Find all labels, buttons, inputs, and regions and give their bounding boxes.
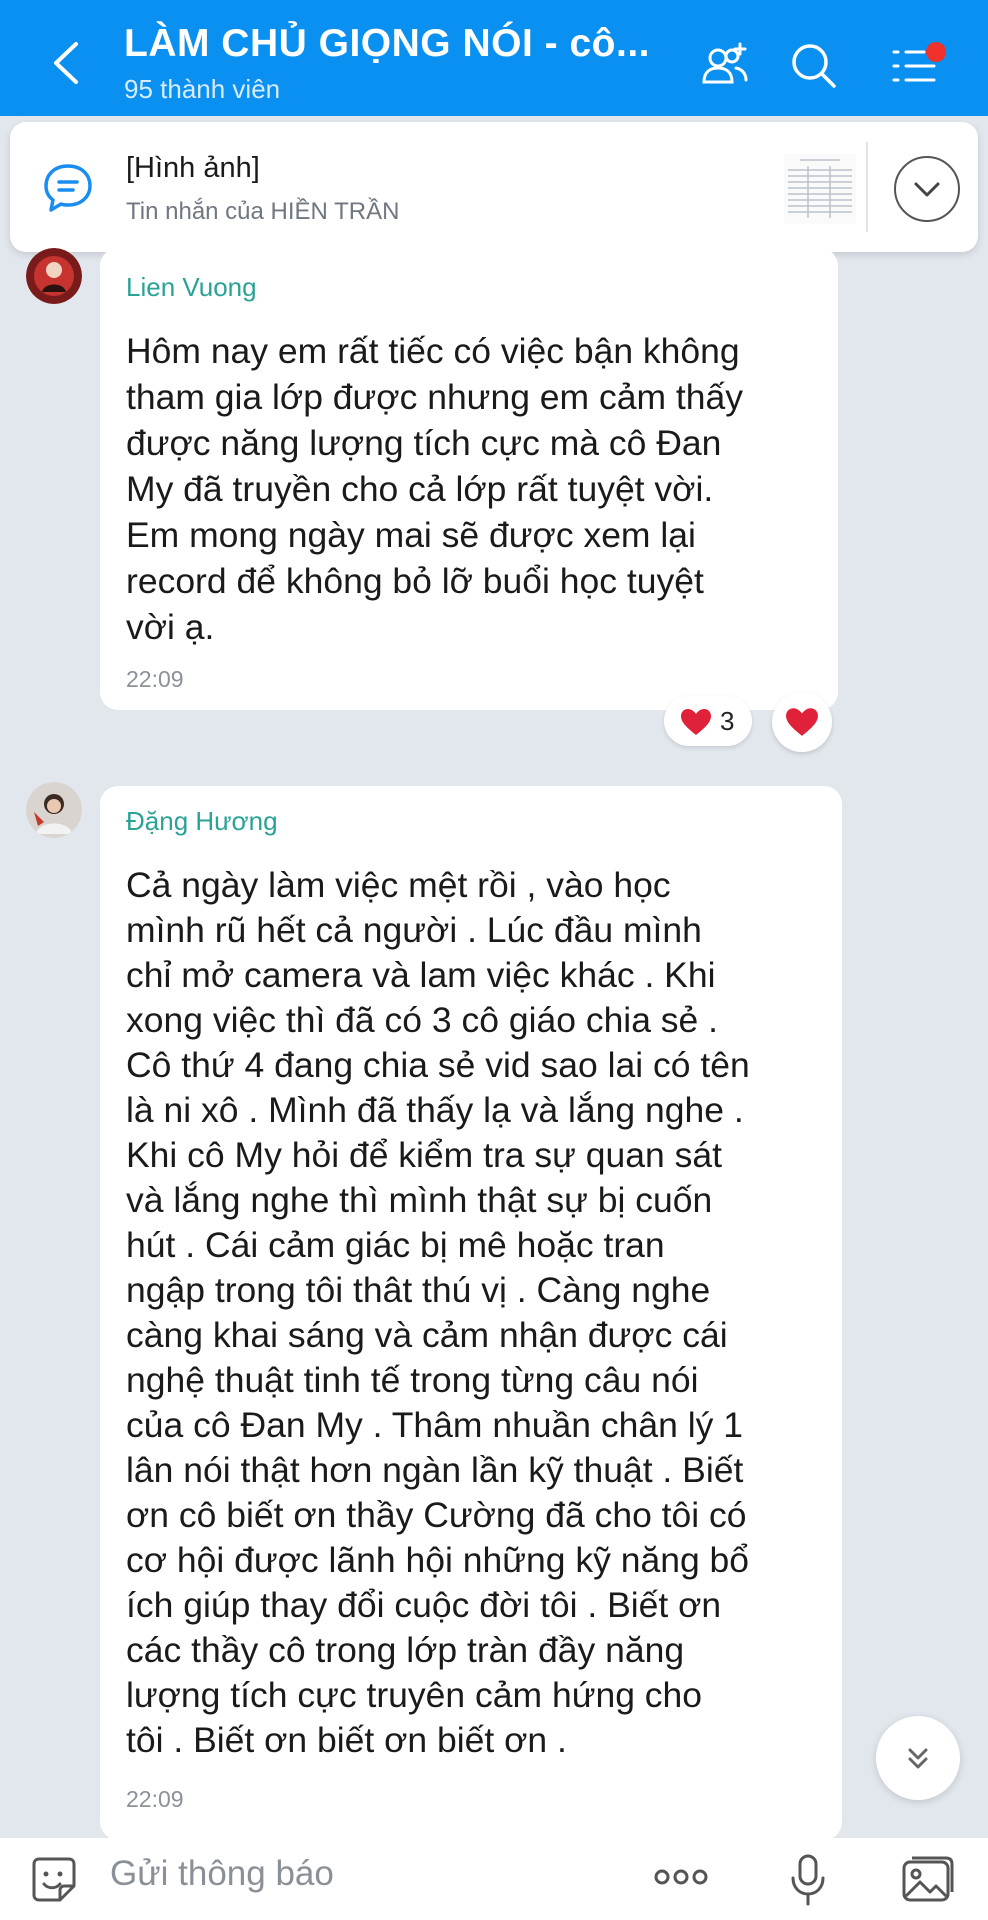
search-icon[interactable]	[786, 38, 842, 94]
message-line: record để không bỏ lỡ buổi học tuyệt	[126, 561, 704, 601]
message-line: lượng tích cực truyên cảm hứng cho	[126, 1675, 703, 1715]
message-line: ơn cô biết ơn thầy Cường đã cho tôi có	[126, 1495, 747, 1535]
chevron-down-icon[interactable]	[894, 156, 960, 222]
reaction-summary[interactable]: 3	[664, 696, 752, 746]
message-line: Khi cô My hỏi để kiểm tra sự quan sát	[126, 1135, 722, 1175]
sender-name[interactable]: Đặng Hương	[126, 806, 278, 837]
avatar[interactable]	[26, 248, 82, 304]
reaction-count: 3	[720, 706, 735, 736]
add-member-icon[interactable]	[696, 38, 752, 94]
pinned-message[interactable]: [Hình ảnh] Tin nhắn của HIỀN TRẦN	[10, 122, 978, 252]
group-title[interactable]: LÀM CHỦ GIỌNG NÓI - cô...	[124, 22, 650, 66]
message-line: ngập trong tôi thât thú vị . Càng nghe	[126, 1270, 711, 1310]
notification-dot	[926, 42, 946, 62]
pinned-message-icon	[38, 158, 98, 218]
message-line: lân nói thật hơn ngàn lần kỹ thuật . Biế…	[126, 1450, 744, 1490]
image-icon[interactable]	[900, 1854, 956, 1909]
message-bubble[interactable]: Đặng Hương Cả ngày làm việc mệt rồi , và…	[100, 786, 842, 1840]
message-input[interactable]: Gửi thông báo	[110, 1854, 334, 1894]
message-line: hút . Cái cảm giác bị mê hoặc tran	[126, 1225, 665, 1265]
message-line: được năng lượng tích cực mà cô Đan	[126, 423, 722, 463]
message-line: các thầy cô trong lớp tràn đầy năng	[126, 1630, 685, 1670]
message-line: vời ạ.	[126, 607, 215, 647]
divider	[866, 142, 868, 232]
sender-name[interactable]: Lien Vuong	[126, 272, 257, 303]
pinned-subtitle: Tin nhắn của HIỀN TRẦN	[126, 198, 400, 225]
message-line: càng khai sáng và cảm nhận được cái	[126, 1315, 728, 1355]
message-line: của cô Đan My . Thâm nhuần chân lý 1	[126, 1405, 743, 1445]
pinned-title: [Hình ảnh]	[126, 152, 260, 184]
message-line: Cô thứ 4 đang chia sẻ vid sao lai có tên	[126, 1045, 750, 1085]
message-line: Cả ngày làm việc mệt rồi , vào học	[126, 865, 671, 905]
heart-icon	[786, 708, 818, 736]
message-line: ích giúp thay đổi cuộc đời tôi . Biết ơn	[126, 1585, 722, 1625]
message-time: 22:09	[126, 1786, 184, 1812]
message-time: 22:09	[126, 666, 184, 692]
react-heart-button[interactable]	[772, 692, 832, 752]
avatar[interactable]	[26, 782, 82, 838]
back-arrow-icon[interactable]	[46, 38, 86, 88]
message-line: xong việc thì đã có 3 cô giáo chia sẻ .	[126, 1000, 719, 1040]
member-count[interactable]: 95 thành viên	[124, 74, 280, 105]
message-line: Hôm nay em rất tiếc có việc bận không	[126, 331, 740, 371]
message-line: nghệ thuật tinh tế trong từng câu nói	[126, 1360, 699, 1400]
message-line: và lắng nghe thì mình thật sự bị cuốn	[126, 1180, 713, 1220]
heart-icon	[681, 709, 711, 735]
chat-header: LÀM CHỦ GIỌNG NÓI - cô... 95 thành viên	[0, 0, 988, 116]
message-line: Em mong ngày mai sẽ được xem lại	[126, 515, 696, 555]
pinned-image-thumbnail[interactable]	[784, 154, 856, 224]
microphone-icon[interactable]	[788, 1852, 828, 1911]
message-line: mình rũ hết cả người . Lúc đầu mình	[126, 910, 702, 950]
double-chevron-down-icon	[908, 1748, 928, 1769]
message-input-bar: Gửi thông báo	[0, 1838, 988, 1920]
message-line: chỉ mở camera và lam việc khác . Khi	[126, 955, 716, 995]
message-line: tôi . Biết ơn biết ơn biết ơn .	[126, 1720, 567, 1760]
message-line: cơ hội được lãnh hội những kỹ năng bổ	[126, 1540, 750, 1580]
message-bubble[interactable]: Lien Vuong Hôm nay em rất tiếc có việc b…	[100, 248, 838, 710]
more-icon[interactable]	[652, 1862, 710, 1897]
message-line: tham gia lớp được nhưng em cảm thấy	[126, 377, 744, 417]
scroll-to-bottom-button[interactable]	[876, 1716, 960, 1800]
sticker-icon[interactable]	[28, 1854, 80, 1911]
message-line: My đã truyền cho cả lớp rất tuyệt vời.	[126, 469, 714, 509]
message-line: là ni xô . Mình đã thấy lạ và lắng nghe …	[126, 1090, 744, 1130]
